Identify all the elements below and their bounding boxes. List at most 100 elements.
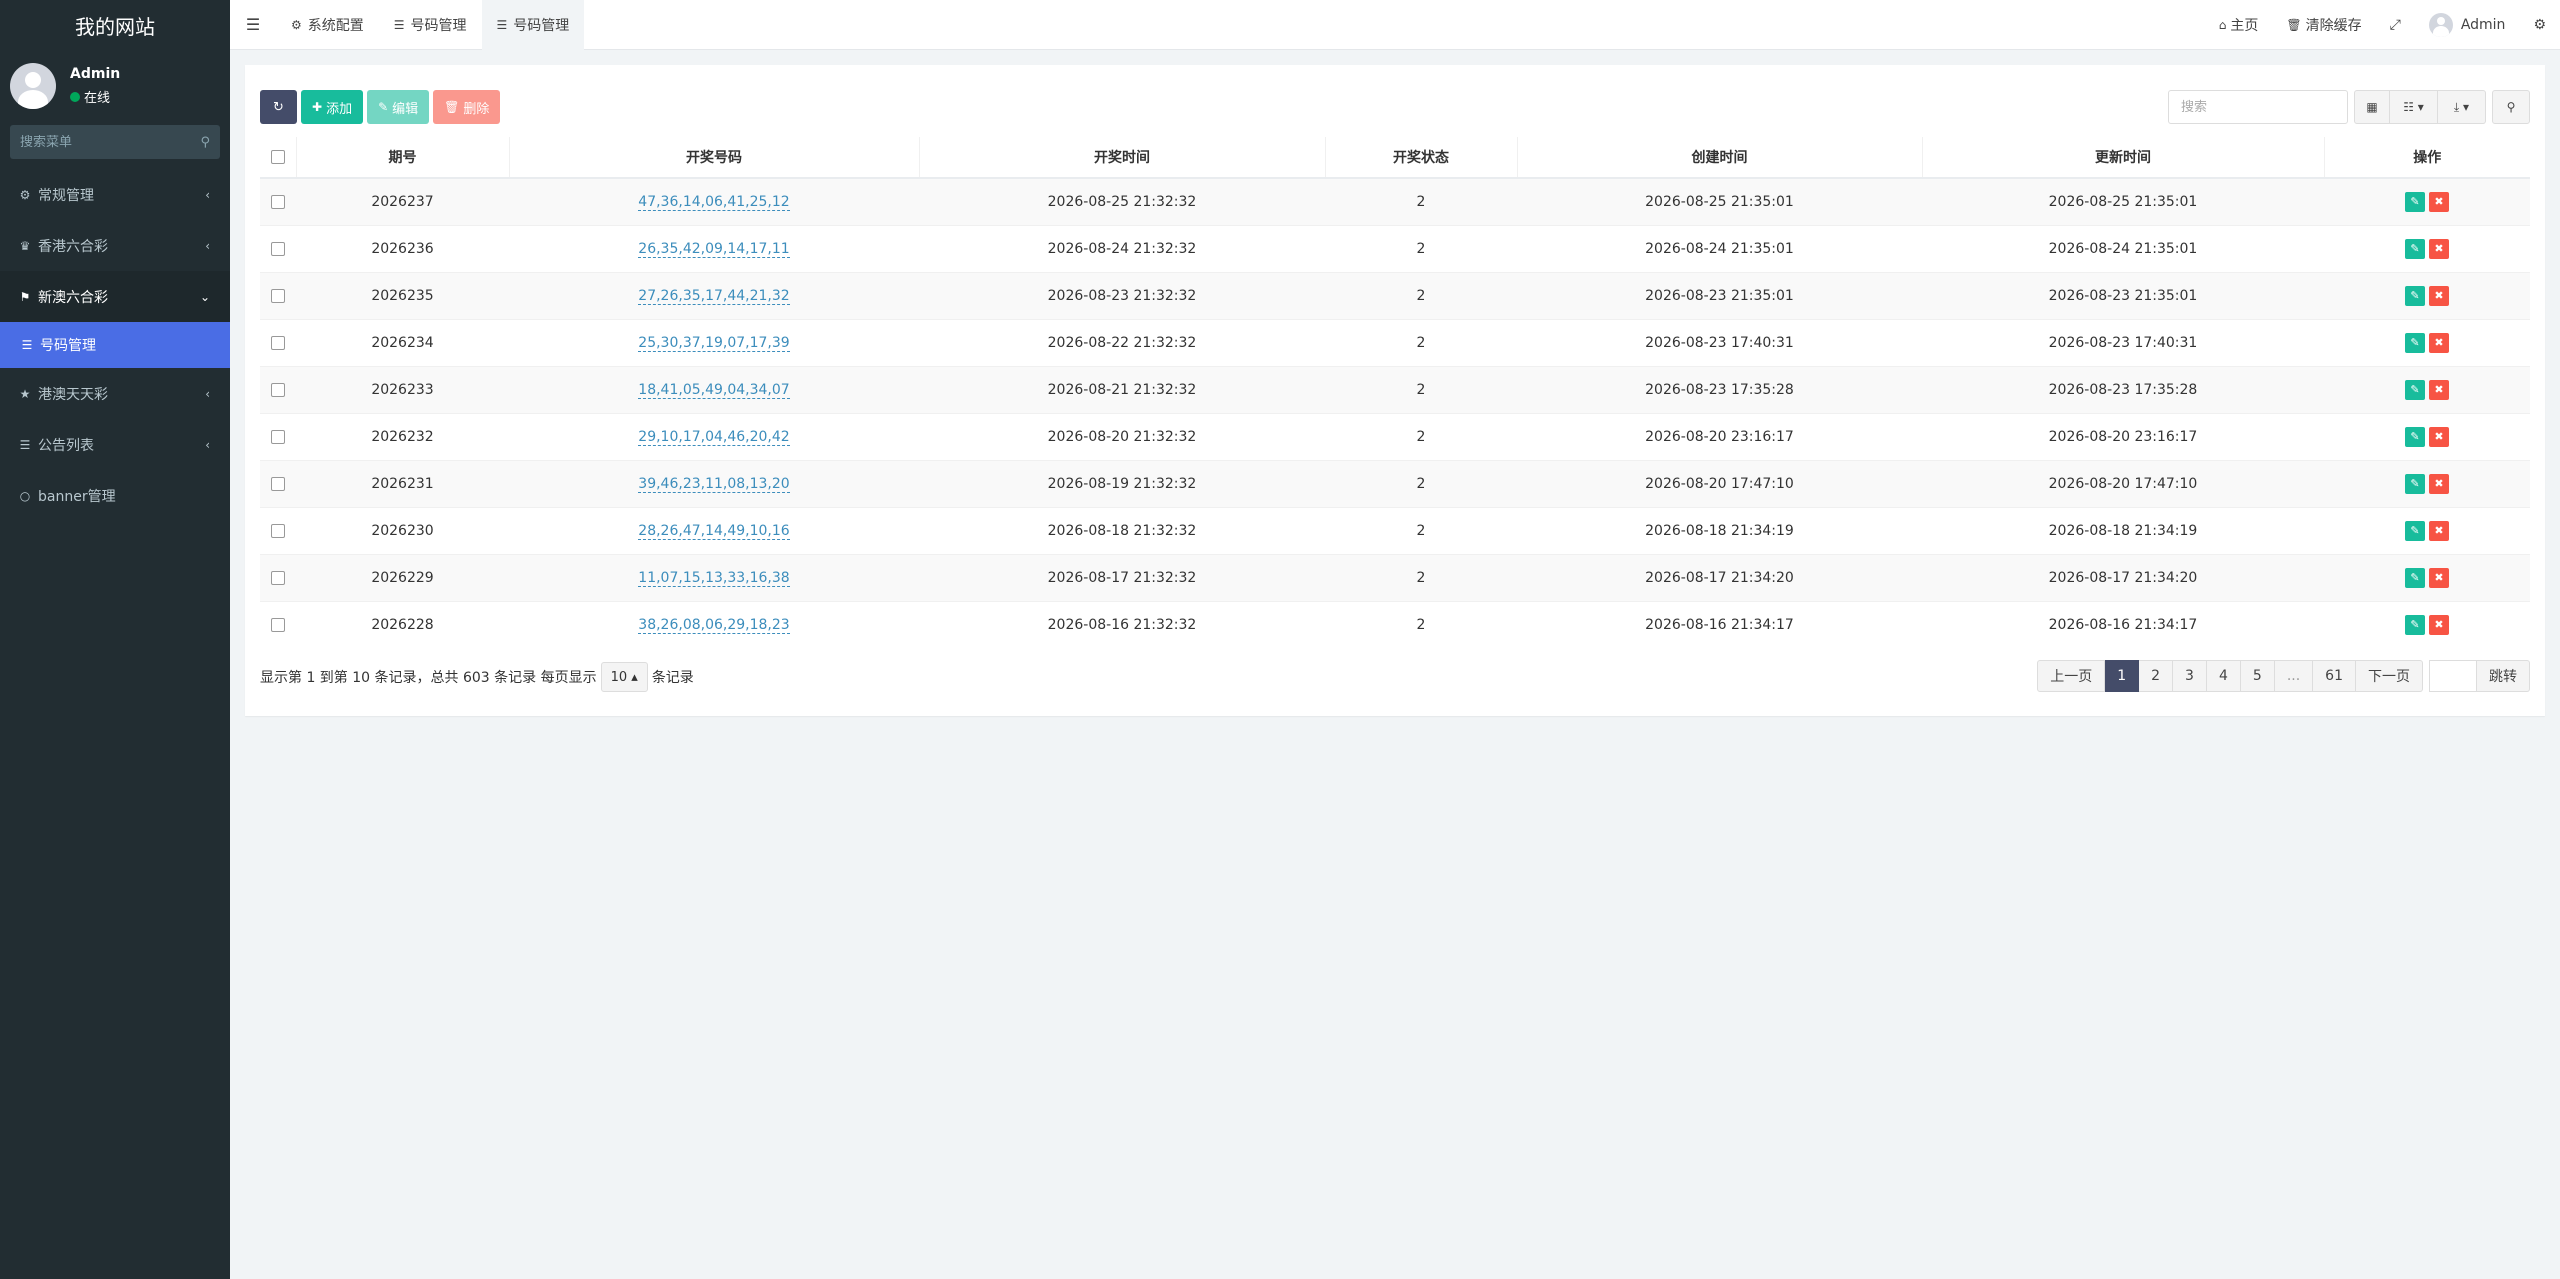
sidebar-item-daily-lottery[interactable]: ★ 港澳天天彩 ‹ (0, 368, 230, 419)
menu-search-input[interactable] (20, 134, 201, 150)
row-edit-button[interactable]: ✎ (2405, 191, 2425, 212)
sidebar-item-hk-lottery[interactable]: ♛ 香港六合彩 ‹ (0, 220, 230, 271)
table-row[interactable]: 2026233 18,41,05,49,04,34,07 2026-08-21 21… (260, 365, 2530, 413)
col-numbers[interactable]: 开奖号码 (508, 137, 919, 179)
row-edit-button[interactable]: ✎ (2405, 520, 2425, 541)
next-page-button[interactable]: 下一页 (2356, 660, 2423, 692)
sidebar-toggle-icon[interactable]: ☰ (230, 0, 276, 50)
cell-draw-time: 2026-08-19 21:32:32 (919, 459, 1325, 507)
numbers-link[interactable]: 11,07,15,13,33,16,38 (638, 569, 790, 587)
numbers-link[interactable]: 29,10,17,04,46,20,42 (638, 428, 790, 446)
row-delete-button[interactable]: ✖ (2429, 191, 2449, 212)
row-delete-button[interactable]: ✖ (2429, 520, 2449, 541)
table-row[interactable]: 2026231 39,46,23,11,08,13,20 2026-08-19 21… (260, 459, 2530, 507)
row-edit-button[interactable]: ✎ (2405, 379, 2425, 400)
row-delete-button[interactable]: ✖ (2429, 567, 2449, 588)
row-delete-button[interactable]: ✖ (2429, 379, 2449, 400)
select-all-checkbox[interactable] (270, 150, 285, 164)
numbers-link[interactable]: 39,46,23,11,08,13,20 (638, 475, 790, 493)
page-3-button[interactable]: 3 (2173, 660, 2207, 692)
row-edit-button[interactable]: ✎ (2405, 238, 2425, 259)
row-checkbox[interactable] (271, 429, 285, 444)
page-61-button[interactable]: 61 (2313, 660, 2356, 692)
tab-number-management-active[interactable]: ☰ 号码管理 (481, 0, 585, 50)
row-edit-button[interactable]: ✎ (2405, 614, 2425, 635)
tab-system-config[interactable]: ⚙ 系统配置 (276, 0, 379, 50)
table-row[interactable]: 2026236 26,35,42,09,14,17,11 2026-08-24 21… (260, 224, 2530, 272)
row-checkbox[interactable] (271, 570, 285, 585)
search-icon[interactable]: ⚲ (2492, 90, 2530, 124)
row-checkbox[interactable] (271, 617, 285, 632)
table-search-input[interactable] (2168, 90, 2348, 124)
col-created[interactable]: 创建时间 (1516, 137, 1922, 179)
add-button[interactable]: ✚ 添加 (301, 90, 364, 124)
row-delete-button[interactable]: ✖ (2429, 238, 2449, 259)
col-issue[interactable]: 期号 (295, 137, 509, 179)
row-delete-button[interactable]: ✖ (2429, 426, 2449, 447)
row-edit-button[interactable]: ✎ (2405, 426, 2425, 447)
toggle-view-icon[interactable]: ▦ (2354, 90, 2390, 124)
row-checkbox[interactable] (271, 382, 285, 397)
row-delete-button[interactable]: ✖ (2429, 614, 2449, 635)
table-row[interactable]: 2026237 47,36,14,06,41,25,12 2026-08-25 21… (260, 177, 2530, 225)
row-checkbox[interactable] (271, 476, 285, 491)
table-row[interactable]: 2026228 38,26,08,06,29,18,23 2026-08-16 21… (260, 600, 2530, 648)
row-edit-button[interactable]: ✎ (2405, 473, 2425, 494)
sidebar-item-new-macau-lottery[interactable]: ⚑ 新澳六合彩 ⌄ (0, 271, 230, 322)
sidebar-item-number-management[interactable]: ☰ 号码管理 (0, 322, 230, 368)
row-checkbox[interactable] (271, 335, 285, 350)
numbers-link[interactable]: 38,26,08,06,29,18,23 (638, 616, 790, 634)
numbers-link[interactable]: 18,41,05,49,04,34,07 (638, 381, 790, 399)
page-1-button[interactable]: 1 (2105, 660, 2140, 692)
prev-page-button[interactable]: 上一页 (2037, 660, 2106, 692)
row-edit-button[interactable]: ✎ (2405, 567, 2425, 588)
page-4-button[interactable]: 4 (2206, 660, 2241, 692)
table-row[interactable]: 2026235 27,26,35,17,44,21,32 2026-08-23 21… (260, 271, 2530, 319)
row-checkbox[interactable] (271, 194, 285, 209)
row-select-cell (260, 271, 296, 319)
row-delete-button[interactable]: ✖ (2429, 332, 2449, 353)
tab-number-management[interactable]: ☰ 号码管理 (379, 0, 482, 50)
home-link[interactable]: ⌂ 主页 (2205, 0, 2273, 50)
row-checkbox[interactable] (271, 288, 285, 303)
admin-menu[interactable]: Admin (2415, 0, 2520, 50)
settings-gear-icon[interactable]: ⚙ (2519, 0, 2560, 50)
sidebar-item-banner[interactable]: ○ banner管理 (0, 470, 230, 521)
table-row[interactable]: 2026234 25,30,37,19,07,17,39 2026-08-22 21… (260, 318, 2530, 366)
edit-button[interactable]: ✎ 编辑 (367, 90, 430, 124)
export-dropdown-icon[interactable]: ⤓ ▾ (2438, 90, 2486, 124)
row-delete-button[interactable]: ✖ (2429, 285, 2449, 306)
page-5-button[interactable]: 5 (2240, 660, 2275, 692)
columns-dropdown-icon[interactable]: ☷ ▾ (2390, 90, 2438, 124)
jump-button[interactable]: 跳转 (2477, 660, 2530, 692)
col-updated[interactable]: 更新时间 (1921, 137, 2324, 179)
row-delete-button[interactable]: ✖ (2429, 473, 2449, 494)
trash-icon: ✖ (2434, 335, 2444, 349)
numbers-link[interactable]: 47,36,14,06,41,25,12 (638, 193, 790, 211)
col-status[interactable]: 开奖状态 (1324, 137, 1517, 179)
clear-cache-button[interactable]: 🗑 清除缓存 (2272, 0, 2375, 50)
col-draw-time[interactable]: 开奖时间 (918, 137, 1325, 179)
refresh-button[interactable]: ↻ (260, 90, 297, 124)
numbers-link[interactable]: 25,30,37,19,07,17,39 (638, 334, 790, 352)
page-2-button[interactable]: 2 (2139, 660, 2174, 692)
table-row[interactable]: 2026232 29,10,17,04,46,20,42 2026-08-20 21… (260, 412, 2530, 460)
sidebar-item-general[interactable]: ⚙ 常规管理 ‹ (0, 169, 230, 220)
table-row[interactable]: 2026230 28,26,47,14,49,10,16 2026-08-18 21… (260, 506, 2530, 554)
row-edit-button[interactable]: ✎ (2405, 332, 2425, 353)
fullscreen-icon[interactable]: ⤢ (2376, 0, 2415, 50)
sidebar-item-announcements[interactable]: ☰ 公告列表 ‹ (0, 419, 230, 470)
numbers-link[interactable]: 28,26,47,14,49,10,16 (638, 522, 790, 540)
table-row[interactable]: 2026229 11,07,15,13,33,16,38 2026-08-17 21… (260, 553, 2530, 601)
jump-page-input[interactable] (2429, 660, 2477, 692)
search-icon[interactable]: ⚲ (200, 135, 210, 150)
numbers-link[interactable]: 26,35,42,09,14,17,11 (638, 240, 790, 258)
row-checkbox[interactable] (271, 241, 285, 256)
page-size-dropdown[interactable]: 10 ▴ (600, 662, 648, 692)
numbers-link[interactable]: 27,26,35,17,44,21,32 (638, 287, 790, 305)
delete-button[interactable]: 🗑 删除 (433, 90, 501, 124)
admin-name: Admin (2460, 17, 2506, 33)
row-checkbox[interactable] (271, 523, 285, 538)
brand-logo[interactable]: 我的网站 (0, 0, 230, 50)
row-edit-button[interactable]: ✎ (2405, 285, 2425, 306)
